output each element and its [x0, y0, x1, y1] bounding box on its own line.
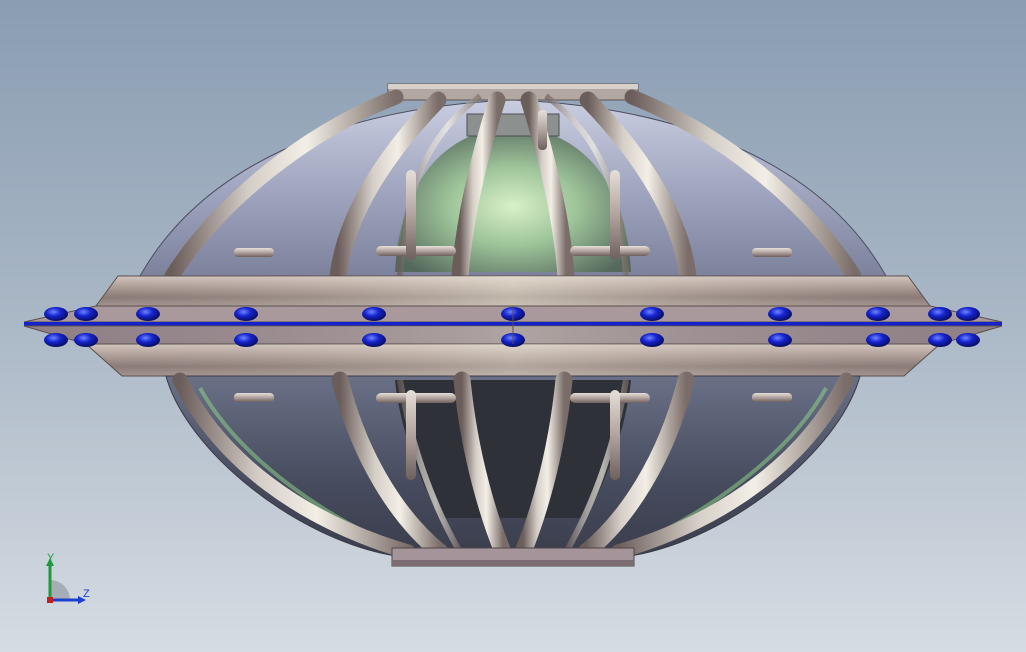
y-axis-label: Y	[47, 552, 55, 564]
graphics-viewport[interactable]: Y Z	[0, 0, 1026, 652]
upper-dome	[95, 83, 931, 307]
ufo-model[interactable]	[0, 0, 1026, 652]
z-axis-label: Z	[83, 588, 90, 600]
orientation-triad: Y Z	[36, 552, 106, 612]
x-axis-marker	[47, 597, 53, 603]
main-ring	[23, 305, 1003, 377]
lower-hull	[165, 371, 861, 567]
